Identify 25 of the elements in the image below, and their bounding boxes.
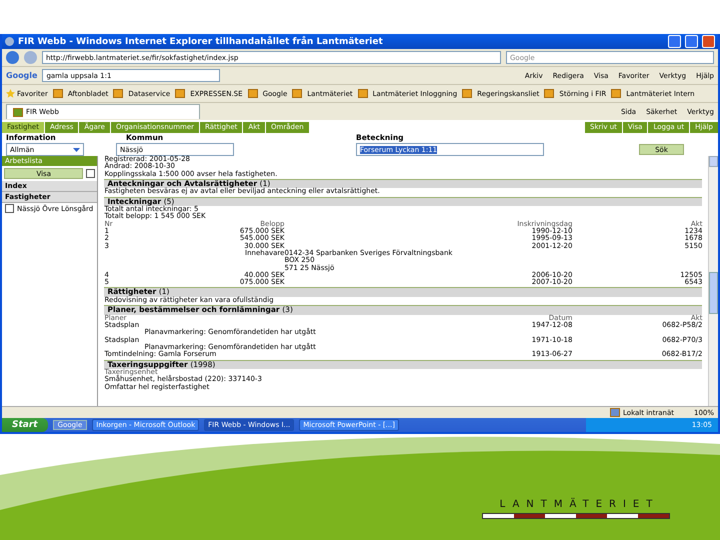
back-icon[interactable] [6, 51, 19, 64]
scrollbar[interactable] [708, 156, 718, 406]
browser-icon [5, 37, 14, 46]
google-logo: Google [6, 71, 38, 80]
page-icon [544, 89, 554, 98]
logo-text: LANTMÄTERIET [498, 499, 660, 510]
star-icon [6, 89, 15, 98]
page-icon [358, 89, 368, 98]
page-icon [13, 108, 23, 116]
page-icon [462, 89, 472, 98]
close-icon[interactable] [702, 35, 715, 48]
dropdown-arrow-icon [73, 146, 80, 153]
page-icon [175, 89, 186, 98]
property-checkbox[interactable] [5, 204, 14, 213]
page-icon [292, 89, 302, 98]
start-button[interactable]: Start [2, 418, 48, 432]
page-icon [52, 89, 63, 98]
maximize-icon[interactable] [685, 35, 698, 48]
page-icon [113, 89, 124, 98]
view-checkbox[interactable] [86, 169, 96, 178]
intranet-icon [610, 408, 620, 417]
minimize-icon[interactable] [668, 35, 681, 48]
window-title: FIR Webb - Windows Internet Explorer tillhandahållet från Lantmäteriet [18, 36, 384, 46]
page-icon [248, 89, 258, 98]
page-icon [611, 89, 622, 98]
